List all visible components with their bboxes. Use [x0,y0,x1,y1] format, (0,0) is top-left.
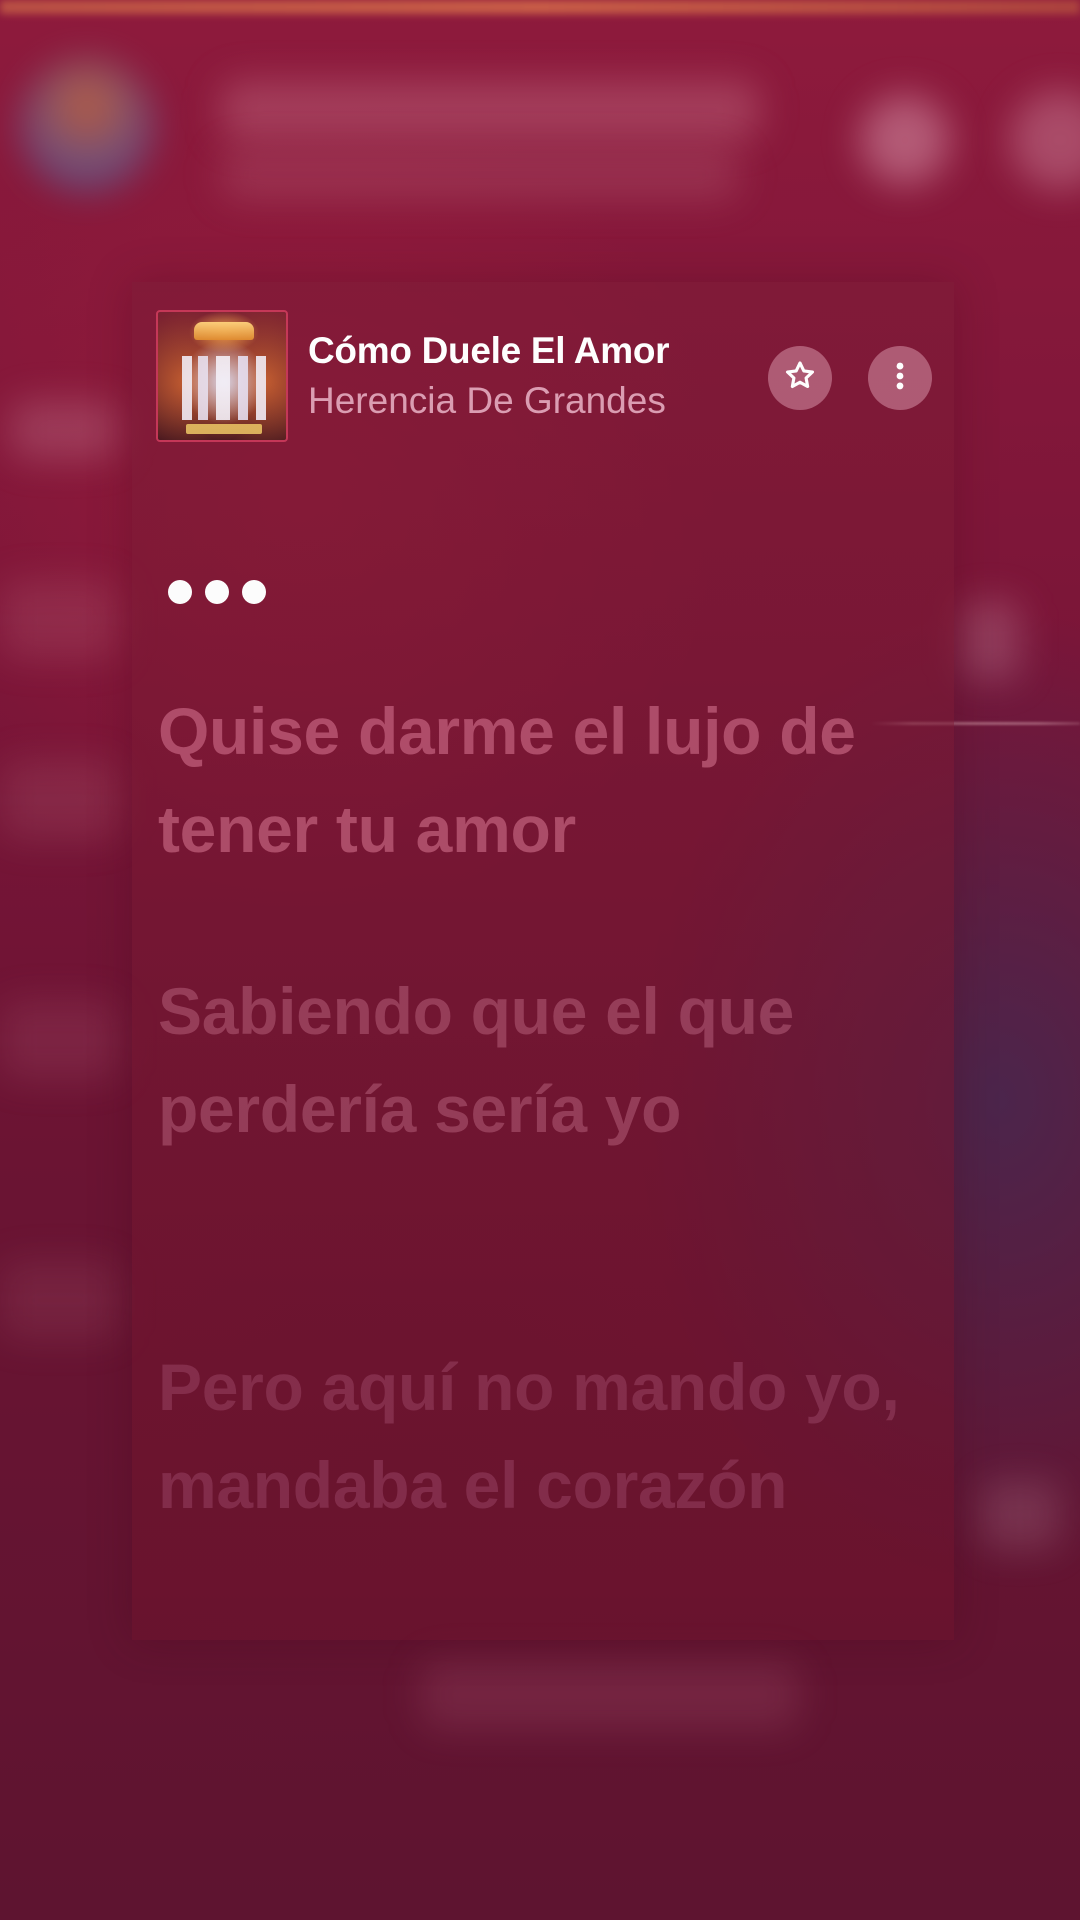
favorite-button[interactable] [768,346,832,410]
blurred-avatar [22,60,152,190]
blurred-side-element [980,1480,1060,1550]
blurred-button [860,95,950,185]
album-art-figures [176,356,272,420]
blurred-header-subtext [220,150,740,200]
blurred-sidebar-item [10,400,120,460]
artist-name[interactable]: Herencia De Grandes [308,380,666,422]
blurred-sidebar-item [0,580,120,660]
blurred-header-text [220,80,760,140]
song-title[interactable]: Cómo Duele El Amor [308,330,670,372]
dot [168,580,192,604]
blurred-sidebar-item [0,1260,120,1340]
album-art-crown [194,322,254,340]
dot [242,580,266,604]
blurred-sidebar-item [0,1000,120,1080]
lyric-line[interactable]: Quise darme el lujo de tener tu amor [158,682,918,878]
instrumental-indicator [168,580,266,604]
blurred-side-element [960,600,1020,680]
lyrics-panel[interactable]: Cómo Duele El Amor Herencia De Grandes Q… [132,282,954,1640]
blurred-sidebar-item [0,760,120,840]
now-playing-header: Cómo Duele El Amor Herencia De Grandes [156,310,946,446]
lyric-line[interactable]: Sabiendo que el que perdería sería yo [158,962,918,1158]
album-art-banner [186,424,262,434]
lyric-line[interactable]: Pero aquí no mando yo, mandaba el corazó… [158,1338,918,1534]
more-options-button[interactable] [868,346,932,410]
more-vertical-icon [883,359,917,398]
top-glow [0,0,1080,14]
dot [205,580,229,604]
star-icon [783,359,817,398]
blurred-bottom-element [420,1660,800,1730]
album-art[interactable] [156,310,288,442]
